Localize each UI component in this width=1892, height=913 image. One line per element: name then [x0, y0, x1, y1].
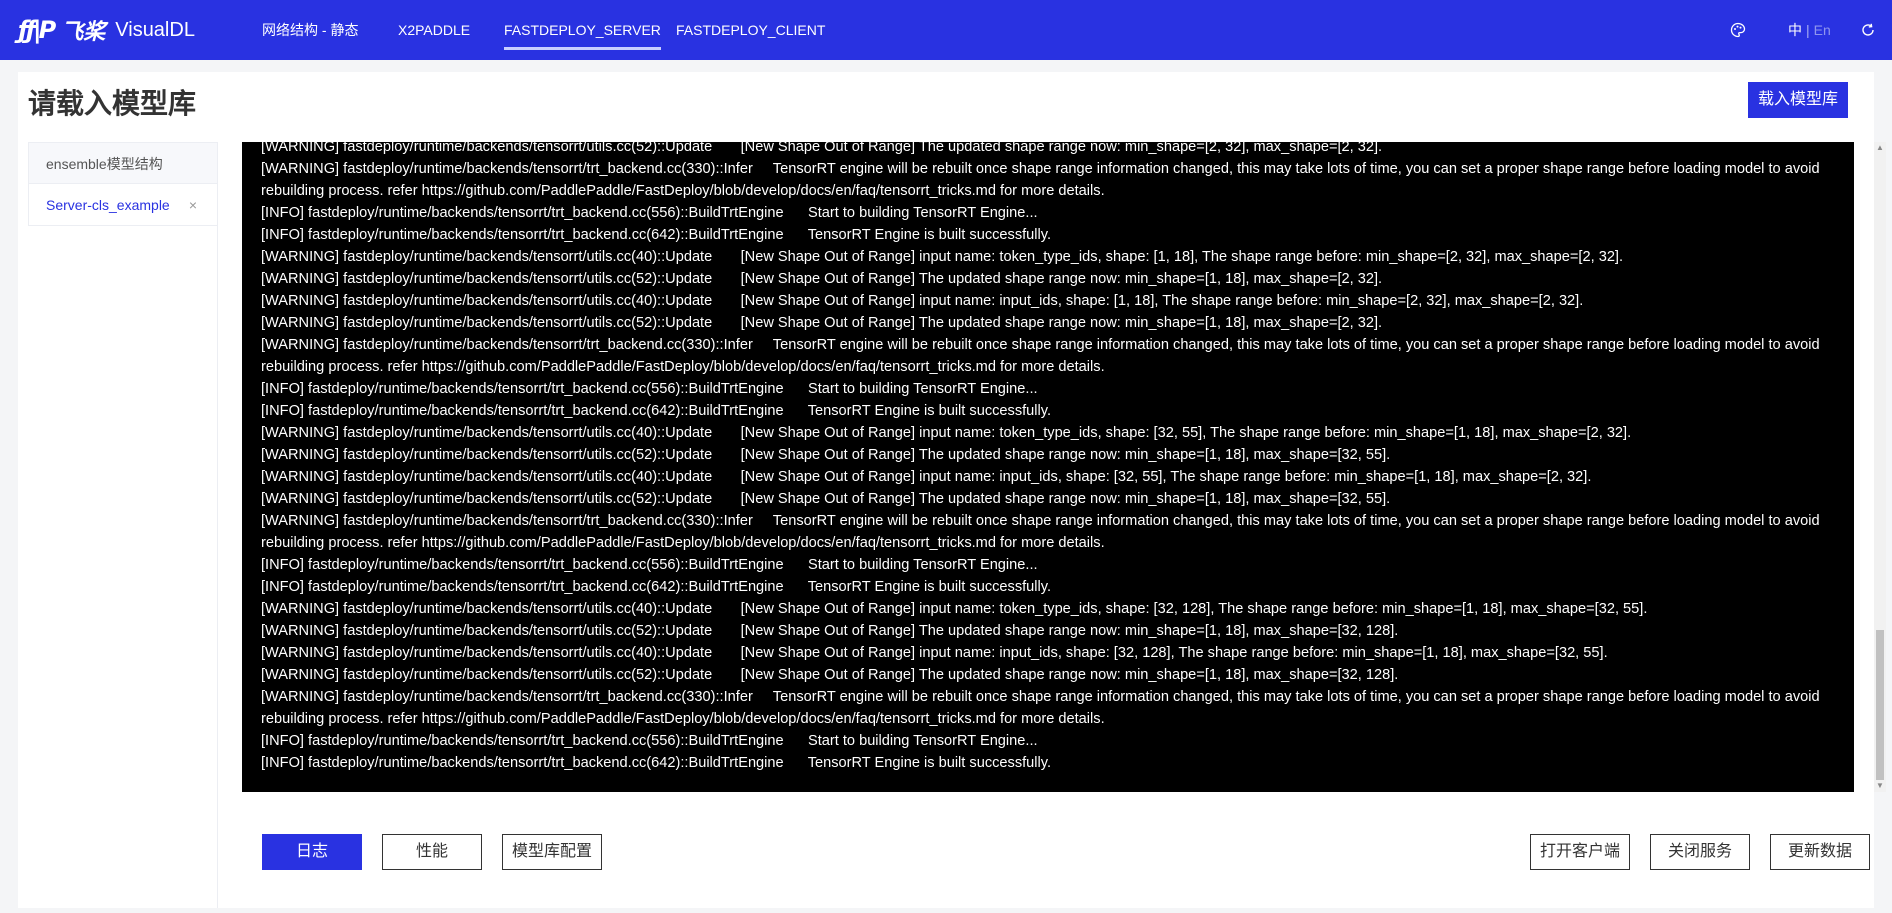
brand-cn-name: 飞桨: [61, 19, 106, 44]
log-scrollbar[interactable]: ▲ ▼: [1874, 142, 1886, 792]
page-title: 请载入模型库: [28, 88, 197, 119]
nav-fastdeploy-server[interactable]: FASTDEPLOY_SERVER: [504, 0, 661, 60]
log-line: [INFO] fastdeploy/runtime/backends/tenso…: [261, 227, 1052, 243]
scroll-down-icon[interactable]: ▼: [1874, 780, 1886, 792]
log-line: [INFO] fastdeploy/runtime/backends/tenso…: [261, 557, 1038, 573]
log-line: [WARNING] fastdeploy/runtime/backends/te…: [261, 491, 1391, 507]
log-line: [WARNING] fastdeploy/runtime/backends/te…: [261, 425, 1632, 441]
log-line: [WARNING] fastdeploy/runtime/backends/te…: [261, 142, 1383, 155]
open-client-button[interactable]: 打开客户端: [1530, 834, 1630, 870]
nav-x2paddle[interactable]: X2PADDLE: [398, 0, 470, 60]
stop-service-button[interactable]: 关闭服务: [1650, 834, 1750, 870]
log-tab-button[interactable]: 日志: [262, 834, 362, 870]
lang-zh[interactable]: 中: [1788, 20, 1802, 40]
refresh-button[interactable]: [1860, 0, 1876, 60]
logo[interactable]: ƒƒ|P 飞桨 VisualDL: [18, 12, 195, 48]
log-line: [WARNING] fastdeploy/runtime/backends/te…: [261, 249, 1624, 265]
tab-server-cls-example[interactable]: Server-cls_example ×: [28, 184, 217, 226]
log-line: [WARNING] fastdeploy/runtime/backends/te…: [261, 271, 1383, 287]
log-line: [WARNING] fastdeploy/runtime/backends/te…: [261, 689, 1824, 727]
log-line: [WARNING] fastdeploy/runtime/backends/te…: [261, 601, 1648, 617]
log-line: [WARNING] fastdeploy/runtime/backends/te…: [261, 447, 1391, 463]
bottom-action-bar: 日志 性能 模型库配置 打开客户端 关闭服务 更新数据: [18, 834, 1874, 874]
scrollbar-thumb[interactable]: [1876, 630, 1884, 780]
log-line: [WARNING] fastdeploy/runtime/backends/te…: [261, 161, 1824, 199]
log-line: [WARNING] fastdeploy/runtime/backends/te…: [261, 469, 1592, 485]
log-line: [WARNING] fastdeploy/runtime/backends/te…: [261, 337, 1824, 375]
lang-en[interactable]: En: [1814, 22, 1831, 38]
log-line: [INFO] fastdeploy/runtime/backends/tenso…: [261, 205, 1038, 221]
log-line: [INFO] fastdeploy/runtime/backends/tenso…: [261, 755, 1052, 771]
language-switch[interactable]: 中 | En: [1788, 0, 1831, 60]
log-line: [WARNING] fastdeploy/runtime/backends/te…: [261, 623, 1399, 639]
load-model-repo-button[interactable]: 载入模型库: [1748, 82, 1848, 118]
log-line: [WARNING] fastdeploy/runtime/backends/te…: [261, 293, 1584, 309]
log-line: [WARNING] fastdeploy/runtime/backends/te…: [261, 513, 1824, 551]
log-line: [INFO] fastdeploy/runtime/backends/tenso…: [261, 733, 1038, 749]
log-line: [INFO] fastdeploy/runtime/backends/tenso…: [261, 381, 1038, 397]
log-line: [WARNING] fastdeploy/runtime/backends/te…: [261, 315, 1383, 331]
nav-network-static[interactable]: 网络结构 - 静态: [262, 0, 358, 60]
tab-ensemble-structure[interactable]: ensemble模型结构: [28, 142, 217, 184]
lang-separator: |: [1806, 22, 1810, 38]
log-line: [INFO] fastdeploy/runtime/backends/tenso…: [261, 403, 1052, 419]
scroll-up-icon[interactable]: ▲: [1874, 142, 1886, 154]
paddle-logo-mark: ƒƒ|P: [18, 16, 56, 44]
log-line: [WARNING] fastdeploy/runtime/backends/te…: [261, 645, 1608, 661]
log-line: [INFO] fastdeploy/runtime/backends/tenso…: [261, 579, 1052, 595]
log-line: [WARNING] fastdeploy/runtime/backends/te…: [261, 667, 1399, 683]
update-data-button[interactable]: 更新数据: [1770, 834, 1870, 870]
close-icon[interactable]: ×: [189, 184, 197, 226]
server-log-panel[interactable]: [WARNING] fastdeploy/runtime/backends/te…: [242, 142, 1854, 792]
theme-toggle[interactable]: [1730, 0, 1746, 60]
main-content: 请载入模型库 载入模型库 ensemble模型结构 Server-cls_exa…: [18, 72, 1874, 908]
performance-tab-button[interactable]: 性能: [382, 834, 482, 870]
model-tabs-sidebar: ensemble模型结构 Server-cls_example ×: [28, 142, 218, 908]
tab-label: Server-cls_example: [46, 197, 170, 213]
app-name: VisualDL: [115, 18, 195, 41]
tab-label: ensemble模型结构: [46, 156, 163, 172]
model-repo-config-button[interactable]: 模型库配置: [502, 834, 602, 870]
log-lines: [WARNING] fastdeploy/runtime/backends/te…: [261, 142, 1830, 774]
refresh-icon[interactable]: [1860, 22, 1876, 38]
palette-icon[interactable]: [1730, 22, 1746, 38]
nav-fastdeploy-client[interactable]: FASTDEPLOY_CLIENT: [676, 0, 825, 60]
top-navigation-bar: ƒƒ|P 飞桨 VisualDL 网络结构 - 静态 X2PADDLE FAST…: [0, 0, 1892, 60]
